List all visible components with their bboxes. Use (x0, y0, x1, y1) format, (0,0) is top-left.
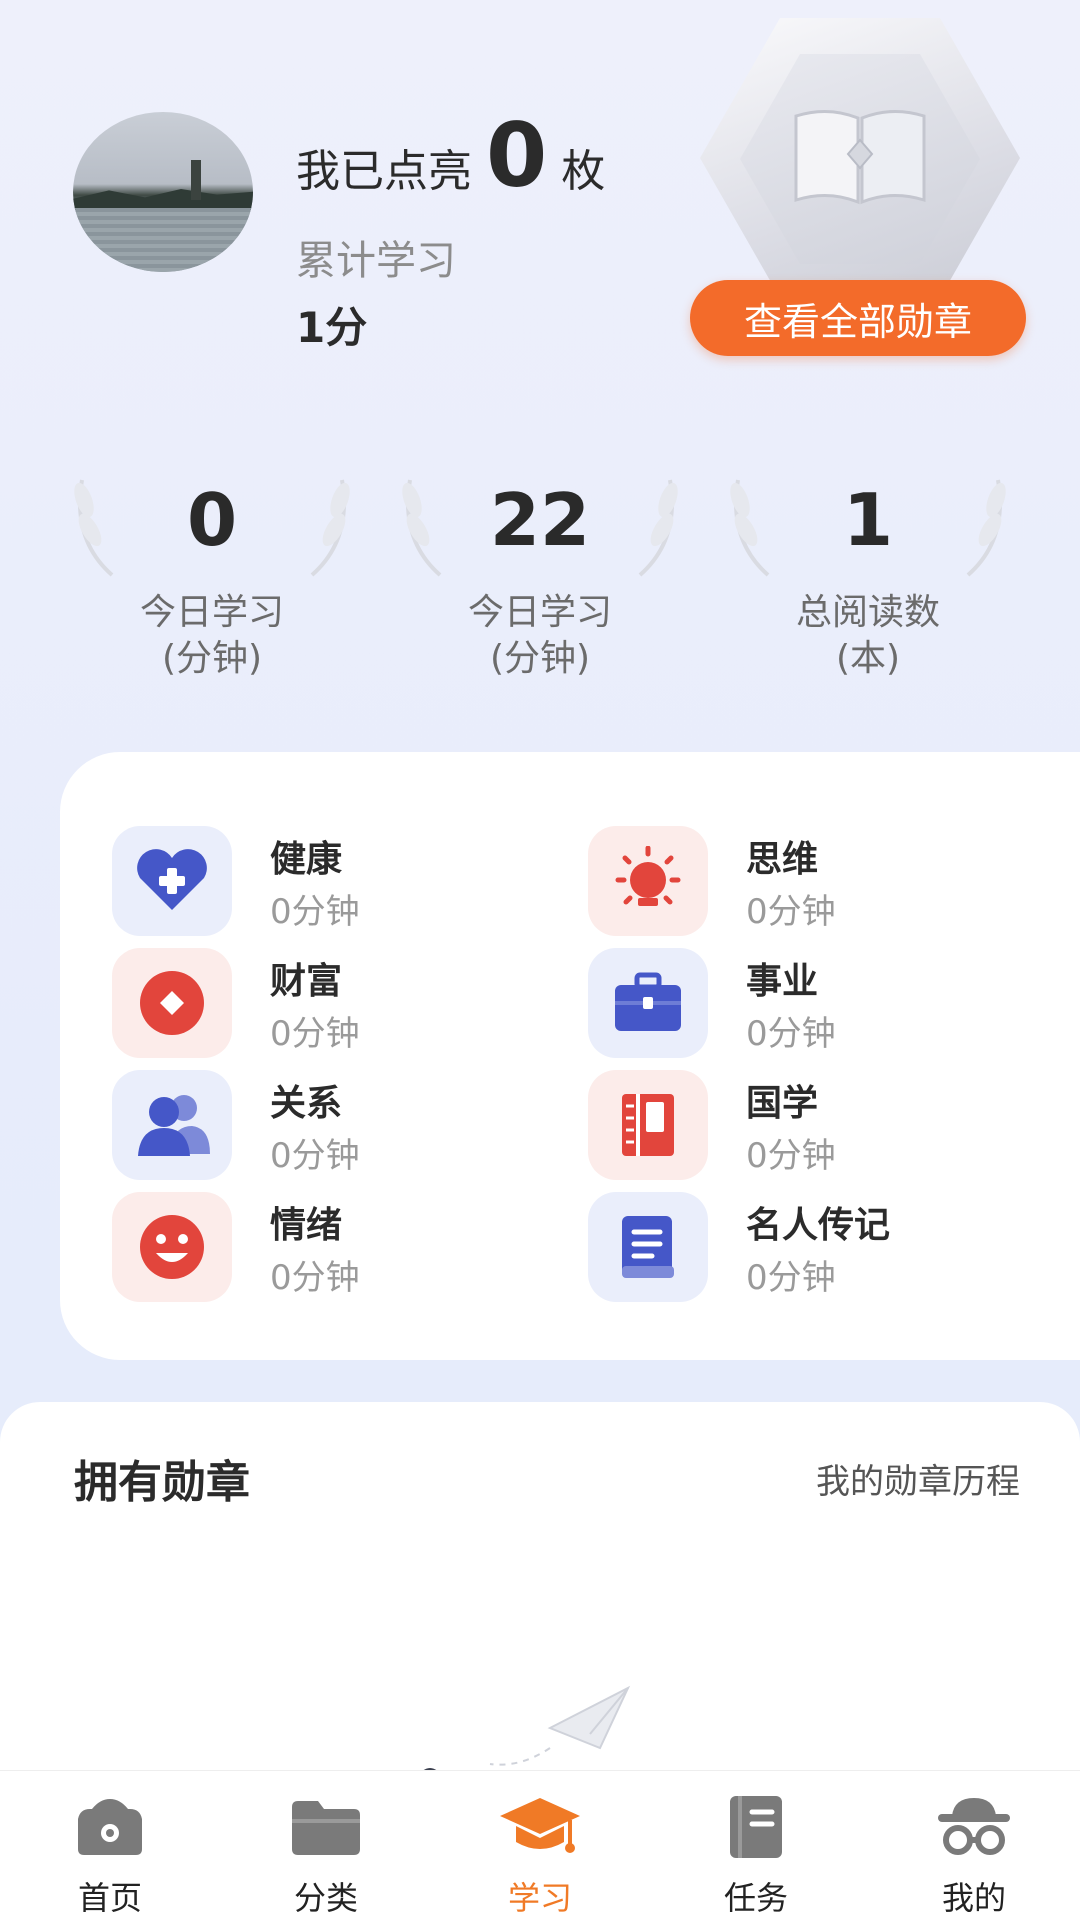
category-minutes: 0分钟 (746, 892, 836, 932)
category-thinking[interactable]: 思维 0分钟 (588, 826, 1028, 936)
category-relationship[interactable]: 关系 0分钟 (112, 1070, 552, 1180)
smile-icon (140, 1215, 204, 1279)
category-minutes: 0分钟 (270, 1258, 360, 1298)
stat-label-line1: 今日学习 (139, 592, 284, 633)
category-sinology[interactable]: 国学 0分钟 (588, 1070, 1028, 1180)
stat-label-line2: (本) (835, 638, 901, 679)
category-name: 财富 (270, 961, 343, 1002)
book-bound-icon (622, 1094, 674, 1156)
nav-task[interactable]: 任务 (686, 1785, 826, 1919)
laurel-left-icon (730, 479, 770, 577)
nav-icon-wrap (904, 1785, 1044, 1869)
home-camera-icon (78, 1799, 142, 1855)
category-icon-bg (112, 1070, 232, 1180)
stat-label-line2: (分钟) (161, 638, 263, 679)
stat-today-study-2: 22 今日学习 (分钟) (390, 470, 690, 682)
laurel-left-icon (402, 479, 442, 577)
stat-label: 今日学习 (分钟) (62, 590, 362, 682)
bottom-nav: 首页 分类 学习 任务 我的 (0, 1770, 1080, 1921)
category-name: 思维 (746, 839, 819, 880)
category-minutes: 0分钟 (270, 1014, 360, 1054)
category-icon-bg (112, 1192, 232, 1302)
category-name: 关系 (270, 1083, 343, 1124)
category-minutes: 0分钟 (746, 1136, 836, 1176)
task-book-icon (730, 1796, 782, 1858)
category-minutes: 0分钟 (746, 1014, 836, 1054)
category-icon-bg (588, 1070, 708, 1180)
category-minutes: 0分钟 (270, 1136, 360, 1176)
category-icon-bg (588, 826, 708, 936)
stat-label: 今日学习 (分钟) (390, 590, 690, 682)
nav-icon-wrap (40, 1785, 180, 1869)
nav-icon-wrap (686, 1785, 826, 1869)
stat-label: 总阅读数 (本) (718, 590, 1018, 682)
category-career[interactable]: 事业 0分钟 (588, 948, 1028, 1058)
category-biography[interactable]: 名人传记 0分钟 (588, 1192, 1028, 1302)
nav-mine[interactable]: 我的 (904, 1785, 1044, 1919)
accumulated-value: 1分 (296, 303, 368, 352)
badges-lit-line: 我已点亮 0 枚 (296, 112, 605, 200)
people-icon (138, 1095, 210, 1156)
owned-badges-section: 拥有勋章 我的勋章历程 (0, 1402, 1080, 1822)
category-icon-bg (588, 948, 708, 1058)
category-name: 健康 (270, 839, 343, 880)
badge-history-link[interactable]: 我的勋章历程 (816, 1454, 1020, 1503)
heart-plus-icon (137, 849, 207, 910)
nav-label: 首页 (77, 1879, 142, 1917)
nav-label: 分类 (293, 1879, 358, 1917)
laurel-left-icon (74, 479, 114, 577)
laurel-right-icon (310, 479, 350, 577)
stat-label-line1: 今日学习 (467, 592, 612, 633)
nav-label: 学习 (507, 1879, 572, 1917)
category-icon-bg (112, 948, 232, 1058)
coin-icon (140, 971, 204, 1035)
category-minutes: 0分钟 (746, 1258, 836, 1298)
owned-badges-title: 拥有勋章 (74, 1457, 250, 1508)
stat-label-line2: (分钟) (489, 638, 591, 679)
avatar[interactable] (73, 112, 253, 272)
view-all-badges-button[interactable]: 查看全部勋章 (690, 280, 1026, 356)
briefcase-icon (615, 972, 681, 1031)
category-name: 名人传记 (746, 1205, 891, 1246)
nav-category[interactable]: 分类 (256, 1785, 396, 1919)
stat-total-reading: 1 总阅读数 (本) (718, 470, 1018, 682)
open-book-icon (794, 109, 926, 205)
category-card: 健康 0分钟 思维 0分钟 财富 0分钟 事业 0分钟 关系 0分钟 国学 0分… (60, 752, 1080, 1360)
laurel-right-icon (638, 479, 678, 577)
accumulated-label: 累计学习 (296, 238, 456, 284)
graduation-cap-icon (500, 1798, 580, 1853)
badge-medal[interactable] (690, 18, 1030, 318)
lightbulb-icon (615, 846, 681, 906)
avatar-water (73, 208, 253, 272)
category-name: 情绪 (270, 1205, 343, 1246)
lit-count: 0 (486, 104, 548, 207)
category-health[interactable]: 健康 0分钟 (112, 826, 552, 936)
notebook-icon (622, 1216, 674, 1278)
profile-glasses-icon (938, 1798, 1010, 1855)
category-wealth[interactable]: 财富 0分钟 (112, 948, 552, 1058)
category-emotion[interactable]: 情绪 0分钟 (112, 1192, 552, 1302)
lit-prefix: 我已点亮 (296, 146, 472, 197)
category-icon-bg (588, 1192, 708, 1302)
nav-label: 任务 (723, 1879, 788, 1917)
stat-today-study: 0 今日学习 (分钟) (62, 470, 362, 682)
category-minutes: 0分钟 (270, 892, 360, 932)
nav-home[interactable]: 首页 (40, 1785, 180, 1919)
category-icon-bg (112, 826, 232, 936)
stat-label-line1: 总阅读数 (795, 592, 940, 633)
category-name: 事业 (746, 961, 819, 1002)
nav-label: 我的 (941, 1879, 1006, 1917)
nav-study[interactable]: 学习 (470, 1785, 610, 1919)
avatar-hill (73, 189, 253, 210)
avatar-tower (191, 160, 201, 200)
nav-icon-wrap (470, 1785, 610, 1869)
folder-icon (292, 1801, 360, 1855)
laurel-right-icon (966, 479, 1006, 577)
lit-suffix: 枚 (561, 146, 606, 197)
category-name: 国学 (746, 1083, 819, 1124)
nav-icon-wrap (256, 1785, 396, 1869)
